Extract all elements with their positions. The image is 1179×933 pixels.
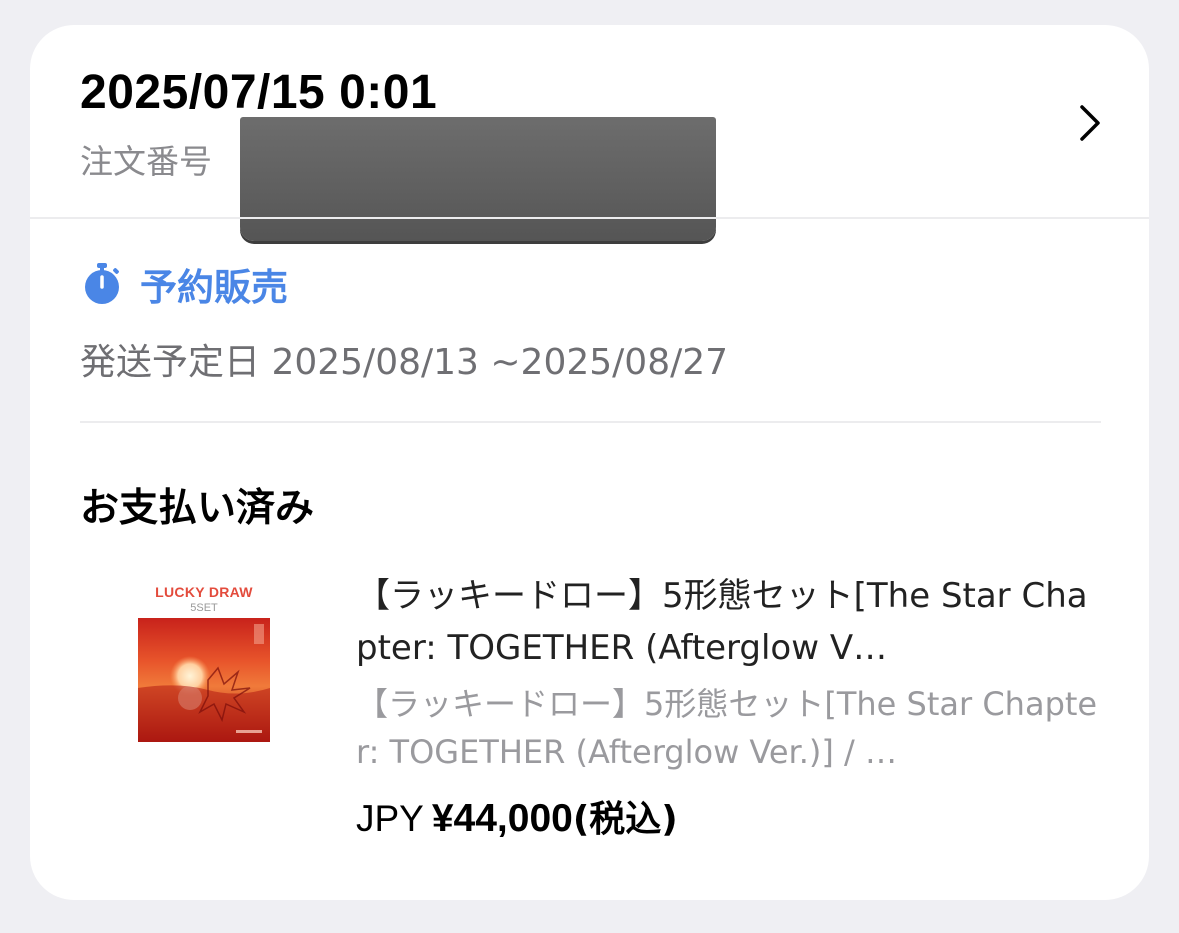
header-divider <box>30 217 1149 219</box>
chevron-right-icon[interactable] <box>1076 103 1104 143</box>
product-title[interactable]: 【ラッキードロー】5形態セット[The Star Chapter: TOGETH… <box>356 570 1101 674</box>
price-row: JPY ¥44,000(税込) <box>356 790 678 842</box>
tax-note: (税込) <box>572 799 678 840</box>
product-thumbnail[interactable]: LUCKY DRAW 5SET <box>136 578 272 748</box>
order-card: 2025/07/15 0:01 注文番号 予約販売 発送予定日 2025/08/… <box>30 25 1149 900</box>
product-subtitle: 【ラッキードロー】5形態セット[The Star Chapter: TOGETH… <box>356 685 1098 771</box>
thumbnail-title: LUCKY DRAW <box>155 584 253 600</box>
order-number-label: 注文番号 <box>80 142 212 181</box>
currency-code: JPY <box>356 798 424 839</box>
order-date: 2025/07/15 0:01 <box>80 66 438 119</box>
payment-status: お支払い済み <box>80 486 315 531</box>
order-header[interactable]: 2025/07/15 0:01 注文番号 <box>30 25 1149 241</box>
shipping-date: 発送予定日 2025/08/13 ~2025/08/27 <box>80 342 729 383</box>
thumbnail-subtitle: 5SET <box>190 602 218 614</box>
preorder-label: 予約販売 <box>140 266 288 309</box>
timer-icon <box>85 263 119 304</box>
price-amount: ¥44,000 <box>431 797 573 840</box>
section-divider <box>80 421 1101 423</box>
album-cover-art <box>138 618 270 742</box>
redacted-order-number <box>240 117 716 241</box>
